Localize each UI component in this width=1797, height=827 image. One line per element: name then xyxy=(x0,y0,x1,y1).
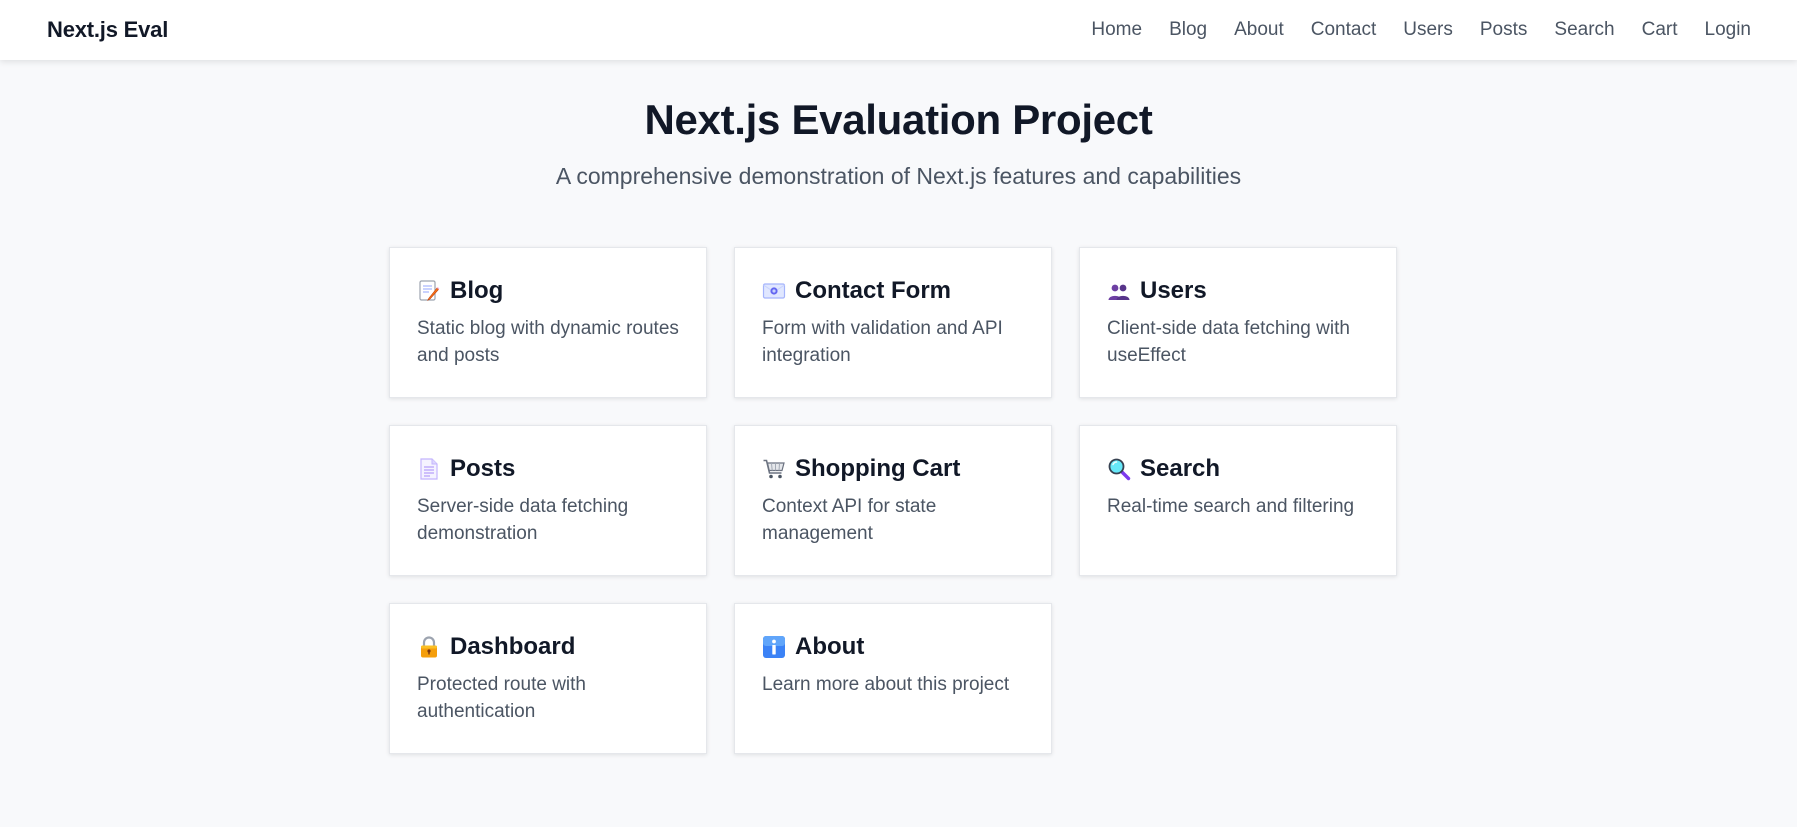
card-header: Users xyxy=(1107,276,1370,306)
users-icon xyxy=(1107,279,1131,303)
card-description: Server-side data fetching demonstration xyxy=(417,496,629,544)
nav-link-contact[interactable]: Contact xyxy=(1311,19,1376,41)
card-title: Blog xyxy=(450,277,504,304)
feature-card-shopping-cart[interactable]: Shopping Cart Context API for state mana… xyxy=(734,425,1052,576)
info-icon xyxy=(762,635,786,659)
feature-card-search[interactable]: Search Real-time search and filtering xyxy=(1079,425,1397,576)
feature-card-dashboard[interactable]: Dashboard Protected route with authentic… xyxy=(389,603,707,754)
feature-card-contact-form[interactable]: Contact Form Form with validation and AP… xyxy=(734,247,1052,398)
feature-card-users[interactable]: Users Client-side data fetching with use… xyxy=(1079,247,1397,398)
card-description: Protected route with authentication xyxy=(417,674,586,722)
card-title: Search xyxy=(1140,455,1221,482)
magnifier-icon xyxy=(1107,457,1131,481)
card-description: Static blog with dynamic routes and post… xyxy=(417,318,679,366)
card-description: Learn more about this project xyxy=(762,674,1010,695)
feature-card-posts[interactable]: Posts Server-side data fetching demonstr… xyxy=(389,425,707,576)
feature-cards-grid: Blog Static blog with dynamic routes and… xyxy=(389,247,1397,754)
envelope-icon xyxy=(762,279,786,303)
card-header: Posts xyxy=(417,454,680,484)
main-nav: Home Blog About Contact Users Posts Sear… xyxy=(1064,19,1751,41)
card-title: Dashboard xyxy=(450,633,576,660)
page-title: Next.js Evaluation Project xyxy=(644,96,1153,143)
shopping-cart-icon xyxy=(762,457,786,481)
page-subtitle: A comprehensive demonstration of Next.js… xyxy=(555,163,1242,189)
top-navigation-bar: Next.js Eval Home Blog About Contact Use… xyxy=(0,0,1797,60)
card-title: Users xyxy=(1140,277,1207,304)
lock-icon xyxy=(417,635,441,659)
card-description: Context API for state management xyxy=(762,496,937,544)
nav-link-home[interactable]: Home xyxy=(1091,19,1142,41)
document-icon xyxy=(417,457,441,481)
card-header: About xyxy=(762,632,1025,662)
card-title: Posts xyxy=(450,455,516,482)
nav-link-cart[interactable]: Cart xyxy=(1642,19,1678,41)
card-description: Real-time search and filtering xyxy=(1107,496,1355,517)
nav-link-users[interactable]: Users xyxy=(1403,19,1453,41)
card-header: Search xyxy=(1107,454,1370,484)
nav-link-login[interactable]: Login xyxy=(1705,19,1752,41)
card-title: Contact Form xyxy=(795,277,951,304)
card-header: Contact Form xyxy=(762,276,1025,306)
card-header: Dashboard xyxy=(417,632,680,662)
feature-card-about[interactable]: About Learn more about this project xyxy=(734,603,1052,754)
card-header: Blog xyxy=(417,276,680,306)
memo-icon xyxy=(417,279,441,303)
feature-card-blog[interactable]: Blog Static blog with dynamic routes and… xyxy=(389,247,707,398)
brand-logo-link[interactable]: Next.js Eval xyxy=(47,17,168,43)
nav-link-blog[interactable]: Blog xyxy=(1169,19,1207,41)
nav-link-posts[interactable]: Posts xyxy=(1480,19,1528,41)
card-header: Shopping Cart xyxy=(762,454,1025,484)
card-description: Form with validation and API integration xyxy=(762,318,1003,366)
card-title: About xyxy=(795,633,865,660)
card-description: Client-side data fetching with useEffect xyxy=(1107,318,1350,366)
nav-link-search[interactable]: Search xyxy=(1554,19,1614,41)
nav-link-about[interactable]: About xyxy=(1234,19,1284,41)
card-title: Shopping Cart xyxy=(795,455,961,482)
hero-section: Next.js Evaluation Project A comprehensi… xyxy=(0,92,1797,192)
